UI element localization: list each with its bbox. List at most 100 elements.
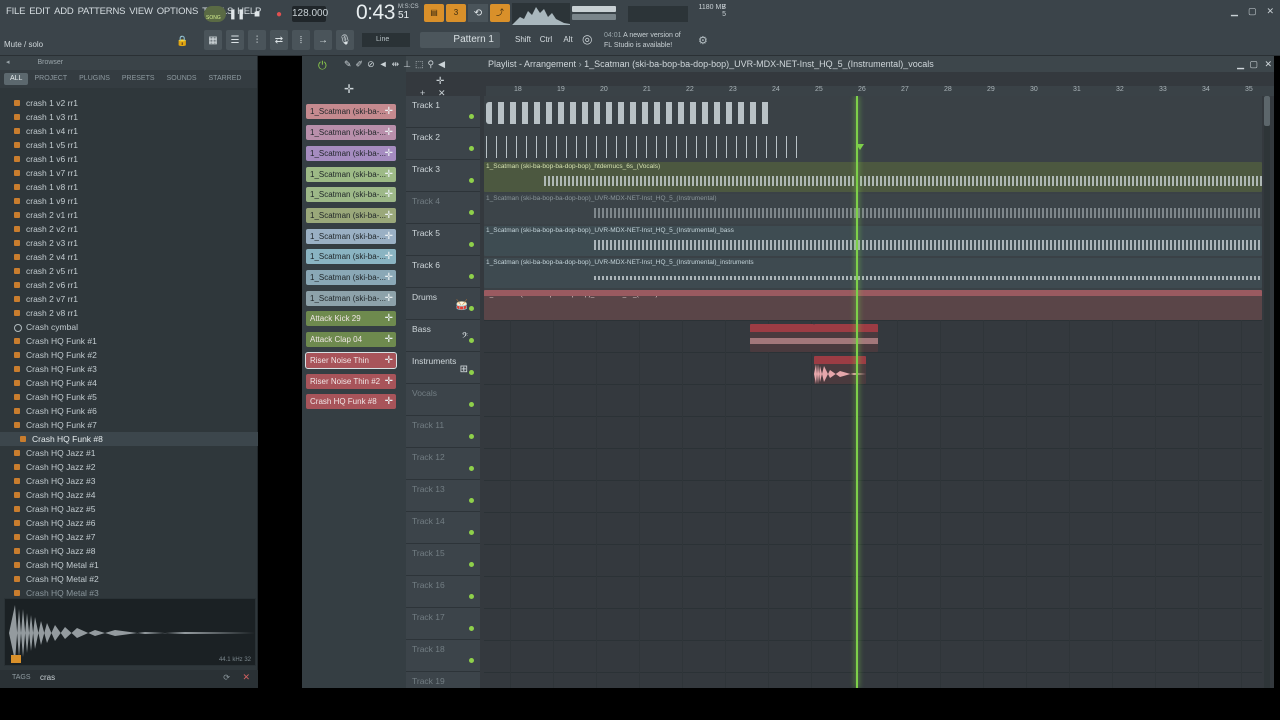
browser-item[interactable]: Crash HQ Funk #7 [0,418,258,432]
browser-item[interactable]: Crash HQ Funk #5 [0,390,258,404]
browser-item[interactable]: crash 1 v8 rr1 [0,180,258,194]
alt-key-button[interactable]: Alt [559,32,577,48]
menu-view[interactable]: VIEW [127,6,154,17]
clip-source-item[interactable]: 1_Scatman (ski-ba-... ✛ [306,270,396,285]
add-icon[interactable]: ✛ [385,394,393,409]
track-header[interactable]: Track 15 [406,544,480,576]
track-mute-led[interactable] [469,338,474,343]
ctrl-key-button[interactable]: Ctrl [537,32,555,48]
power-icon[interactable]: ⏻ [318,60,327,73]
browser-item-selected[interactable]: Crash HQ Funk #8 [0,432,258,446]
track-header[interactable]: Bass 𝄢 [406,320,480,352]
maximize-icon[interactable]: ▢ [1248,6,1257,17]
clip-source-item[interactable]: 1_Scatman (ski-ba-... ✛ [306,125,396,140]
playhead-marker[interactable] [856,144,864,150]
select-icon[interactable]: ⬚ [415,59,424,70]
add-clip-icon[interactable]: ✛ [344,82,354,96]
add-icon[interactable]: ✛ [385,374,393,389]
clap-clip-pattern[interactable] [486,136,804,158]
browser-item[interactable]: crash 2 v5 rr1 [0,264,258,278]
browser-item[interactable]: crash 1 v9 rr1 [0,194,258,208]
track-mute-led[interactable] [469,274,474,279]
track-mute-led[interactable] [469,626,474,631]
record-icon[interactable]: ● [270,6,288,22]
clip-source-item[interactable]: 1_Scatman (ski-ba-... ✛ [306,291,396,306]
browser-back-icon[interactable]: ◂ [6,59,10,66]
add-icon[interactable]: ✛ [385,187,393,202]
browser-tab-plugins[interactable]: PLUGINS [73,73,116,85]
tags-label[interactable]: TAGS [12,674,31,681]
instrumental-clip[interactable]: 1_Scatman (ski-ba-bop-ba-dop-bop)_UVR-MD… [484,194,1262,224]
browser-item[interactable]: Crash HQ Jazz #7 [0,530,258,544]
clip-source-item[interactable]: Attack Kick 29 ✛ [306,311,396,326]
track-mute-led[interactable] [469,306,474,311]
clip-source-item[interactable]: 1_Scatman (ski-ba-... ✛ [306,167,396,182]
add-icon[interactable]: ✛ [385,125,393,140]
time-display[interactable]: 0:43 [356,1,395,25]
timeline-ruler[interactable]: 18 19 20 21 22 23 24 25 26 27 28 29 30 31 32 33 34 35 [486,86,1274,96]
menu-patterns[interactable]: PATTERNS [76,6,128,17]
browser-item[interactable]: Crash HQ Metal #3 [0,586,258,598]
track-header[interactable]: Drums 🥁 [406,288,480,320]
track-mute-led[interactable] [469,210,474,215]
track-header[interactable]: Track 3 [406,160,480,192]
track-mute-led[interactable] [469,402,474,407]
browser-tab-sounds[interactable]: SOUNDS [161,73,203,85]
clip-source-item[interactable]: 1_Scatman (ski-ba-... ✛ [306,104,396,119]
menu-options[interactable]: OPTIONS [155,6,200,17]
preview-play-icon[interactable] [11,655,21,663]
track-header[interactable]: Track 2 [406,128,480,160]
add-icon[interactable]: ✛ [385,229,393,244]
arrangement-grid[interactable]: 1_Scatman (ski-ba-bop-ba-dop-bop)_htdemu… [484,96,1262,688]
move-icon[interactable]: ✛ [436,76,444,87]
track-mute-led[interactable] [469,370,474,375]
snap-selector[interactable]: Line [362,33,410,47]
track-header[interactable]: Track 13 [406,480,480,512]
track-header[interactable]: Track 11 [406,416,480,448]
track-header[interactable]: Instruments ⊞ [406,352,480,384]
track-mute-led[interactable] [469,658,474,663]
track-mute-led[interactable] [469,146,474,151]
clip-source-item[interactable]: Riser Noise Thin #2 ✛ [306,374,396,389]
master-volume-slider[interactable] [572,6,616,12]
shift-key-button[interactable]: Shift [514,32,532,48]
clip-source-item[interactable]: 1_Scatman (ski-ba-... ✛ [306,249,396,264]
channel-rack-icon[interactable]: ⫶ [248,30,266,50]
clip-source-item[interactable]: 1_Scatman (ski-ba-... ✛ [306,208,396,223]
browser-item[interactable]: crash 2 v2 rr1 [0,222,258,236]
browser-item[interactable]: crash 1 v5 rr1 [0,138,258,152]
clip-source-item[interactable]: 1_Scatman (ski-ba-... ✛ [306,229,396,244]
zoom-icon[interactable]: ⚲ [427,59,434,70]
stop-icon[interactable]: ■ [248,6,266,22]
track-mute-led[interactable] [469,178,474,183]
browser-item[interactable]: Crash HQ Funk #1 [0,334,258,348]
sample-preview[interactable]: 44.1 kHz 32 [4,598,256,666]
add-icon[interactable]: ✛ [385,332,393,347]
master-pitch-slider[interactable] [572,14,616,20]
riser-clip[interactable]: Riser Noise Thin [750,324,814,352]
pencil-icon[interactable]: ✎ [344,59,352,70]
browser-tab-presets[interactable]: PRESETS [116,73,161,85]
playlist-minimize-icon[interactable]: ▁ [1237,56,1244,72]
bass-clip[interactable]: 1_Scatman (ski-ba-bop-ba-dop-bop)_UVR-MD… [484,226,1262,256]
track-mute-led[interactable] [469,530,474,535]
browser-tab-starred[interactable]: STARRED [203,73,248,85]
kick-clip-pattern[interactable] [486,102,772,124]
mute-tool-icon[interactable]: ◄ [379,59,388,70]
track-mute-led[interactable] [469,242,474,247]
playback-icon[interactable]: ◀ [438,59,445,70]
slice-icon[interactable]: ⊥ [403,59,411,70]
browser-item[interactable]: Crash HQ Jazz #3 [0,474,258,488]
browser-item[interactable]: Crash cymbal [0,320,258,334]
mixer-window-icon[interactable]: ⇄ [270,30,288,50]
track-mute-led[interactable] [469,434,474,439]
browser-item[interactable]: Crash HQ Jazz #6 [0,516,258,530]
browser-search-input[interactable]: cras [40,673,55,682]
track-header[interactable]: Track 6 [406,256,480,288]
playlist-maximize-icon[interactable]: ▢ [1249,56,1258,72]
browser-item[interactable]: crash 2 v3 rr1 [0,236,258,250]
playhead[interactable] [856,96,858,688]
paint-icon[interactable]: ✐ [356,59,364,70]
track-header[interactable]: Track 17 [406,608,480,640]
blend-notes-icon[interactable]: ⤴ [490,4,510,22]
